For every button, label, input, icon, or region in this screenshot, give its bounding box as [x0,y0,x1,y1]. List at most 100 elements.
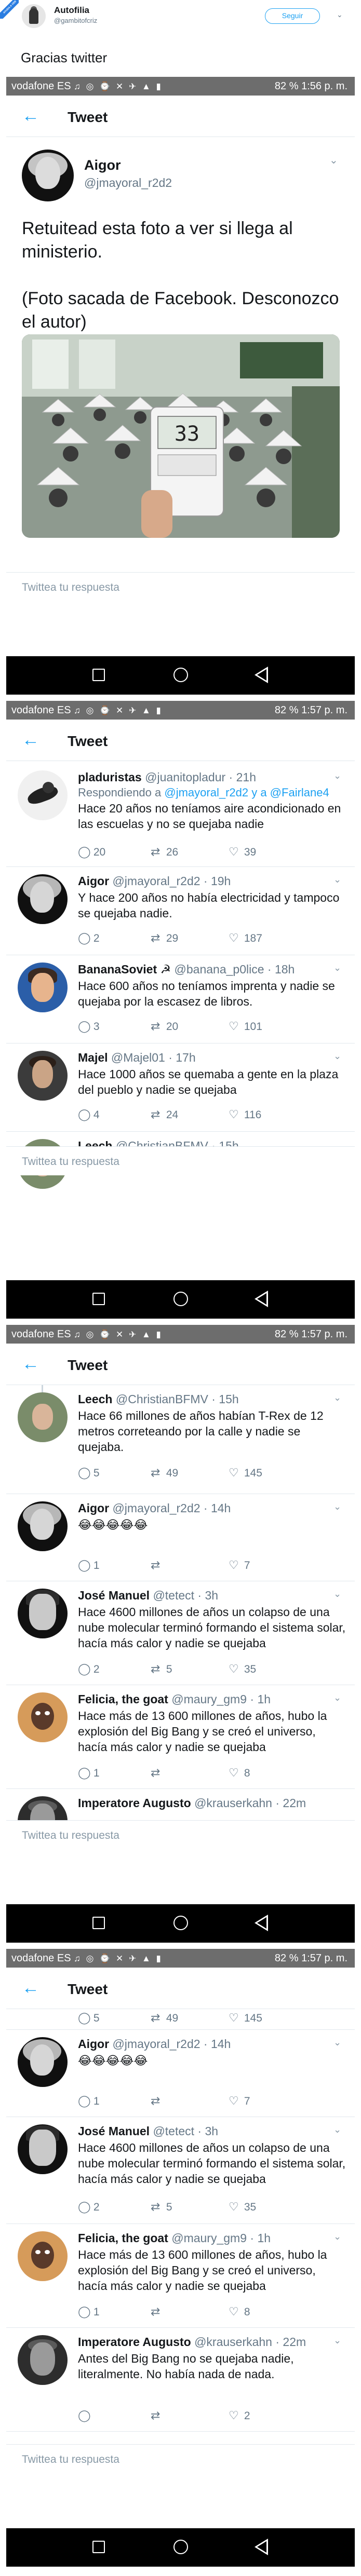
retweet-button[interactable]: ⇄ [151,2409,163,2422]
chevron-down-icon[interactable]: ⌄ [333,2231,341,2242]
retweet-button[interactable]: ⇄ 5 [151,2200,172,2214]
reply-input[interactable]: Twittea tu respuesta [22,1156,119,1168]
reply-author[interactable]: Aigor @jmayoral_r2d2 · 14h [78,2037,231,2051]
chevron-down-icon[interactable]: ⌄ [337,10,343,19]
avatar[interactable] [18,1051,68,1101]
avatar[interactable] [18,962,68,1012]
reply-button[interactable]: ◯ 5 [78,2011,100,2025]
avatar[interactable] [18,2037,68,2087]
like-button[interactable]: ♡ 116 [229,1108,261,1121]
avatar[interactable] [18,2231,68,2281]
reply-tweet[interactable]: José Manuel @tetect · 3h ⌄ Hace 4600 mil… [6,1581,355,1685]
reply-author[interactable]: Felicia, the goat @maury_gm9 · 1h [78,1692,271,1706]
retweet-button[interactable]: ⇄ 24 [151,1108,178,1121]
reply-tweet[interactable]: Imperatore Augusto @krauserkahn · 22m [6,1789,355,1846]
chevron-down-icon[interactable]: ⌄ [333,1501,341,1512]
reply-author[interactable]: Majel @Majel01 · 17h [78,1051,196,1065]
like-button[interactable]: ♡ 145 [229,1466,262,1480]
back-arrow-icon[interactable]: ← [22,730,39,750]
reply-tweet[interactable]: Aigor @jmayoral_r2d2 · 14h ⌄ 😂😂😂😂😂 ◯ 1 ⇄… [6,1494,355,1581]
reply-tweet[interactable]: José Manuel @tetect · 3h ⌄ Hace 4600 mil… [6,2117,355,2224]
reply-author[interactable]: José Manuel @tetect · 3h [78,2124,218,2138]
author-name[interactable]: Autofilia [54,5,89,16]
reply-author[interactable]: Imperatore Augusto @krauserkahn · 22m [78,1796,306,1810]
retweet-button[interactable]: ⇄ [151,1766,163,1780]
reply-button[interactable]: ◯ 1 [78,2305,100,2319]
reply-author[interactable]: Leech @ChristianBFMV · 15h [78,1392,239,1406]
chevron-down-icon[interactable]: ⌄ [333,2037,341,2048]
recents-icon[interactable] [92,2541,105,2553]
replying-links[interactable]: @jmayoral_r2d2 y a @Fairlane4 [164,786,329,799]
reply-input[interactable]: Twittea tu respuesta [22,1829,119,1842]
reply-button[interactable]: ◯ 4 [78,1108,100,1121]
retweet-button[interactable]: ⇄ 49 [151,2011,178,2025]
avatar[interactable] [18,874,68,924]
avatar[interactable] [18,1692,68,1742]
reply-tweet[interactable]: BananaSoviet ☭ @banana_p0lice · 18h ⌄ Ha… [6,955,355,1043]
back-icon[interactable] [255,1291,268,1307]
home-icon[interactable] [173,1292,188,1306]
retweet-button[interactable]: ⇄ 5 [151,1662,172,1676]
avatar[interactable] [18,1392,68,1442]
like-button[interactable]: ♡ 187 [229,931,262,945]
recents-icon[interactable] [92,1917,105,1929]
reply-tweet[interactable]: Majel @Majel01 · 17h ⌄ Hace 1000 años se… [6,1043,355,1132]
author-handle[interactable]: @gambitofcriz [54,17,97,24]
reply-author[interactable]: Imperatore Augusto @krauserkahn · 22m [78,2335,306,2349]
avatar[interactable] [18,2124,68,2174]
reply-author[interactable]: José Manuel @tetect · 3h [78,1589,218,1603]
reply-button[interactable]: ◯ 5 [78,1466,100,1480]
reply-button[interactable]: ◯ 1 [78,1766,100,1780]
author-handle[interactable]: @jmayoral_r2d2 [84,176,172,190]
retweet-button[interactable]: ⇄ 20 [151,1020,178,1033]
like-button[interactable]: ♡ 7 [229,2094,250,2108]
reply-author[interactable]: pladuristas @juanitopladur · 21h [78,770,256,784]
back-icon[interactable] [255,1915,268,1931]
recents-icon[interactable] [92,1293,105,1305]
retweet-button[interactable]: ⇄ 49 [151,1466,178,1480]
retweet-button[interactable]: ⇄ 29 [151,931,178,945]
home-icon[interactable] [173,668,188,682]
reply-button[interactable]: ◯ 1 [78,2094,100,2108]
like-button[interactable]: ♡ 8 [229,2305,250,2319]
reply-input[interactable]: Twittea tu respuesta [22,581,119,594]
reply-tweet[interactable]: Aigor @jmayoral_r2d2 · 19h ⌄ Y hace 200 … [6,867,355,955]
back-icon[interactable] [255,667,268,683]
back-arrow-icon[interactable]: ← [22,106,39,126]
chevron-down-icon[interactable]: ⌄ [333,962,341,973]
reply-tweet[interactable]: Imperatore Augusto @krauserkahn · 22m ⌄ … [6,2328,355,2432]
like-button[interactable]: ♡ 7 [229,1558,250,1572]
back-arrow-icon[interactable]: ← [22,1354,39,1374]
reply-tweet[interactable]: ◯ 5 ⇄ 49 ♡ 145 [6,2009,355,2030]
like-button[interactable]: ♡ 145 [229,2011,262,2025]
back-arrow-icon[interactable]: ← [22,1978,39,1998]
chevron-down-icon[interactable]: ⌄ [329,154,338,167]
reply-tweet[interactable]: Felicia, the goat @maury_gm9 · 1h ⌄ Hace… [6,1685,355,1789]
reply-tweet[interactable]: Aigor @jmayoral_r2d2 · 14h ⌄ 😂😂😂😂😂 ◯ 1 ⇄… [6,2030,355,2117]
chevron-down-icon[interactable]: ⌄ [333,1589,341,1599]
reply-input[interactable]: Twittea tu respuesta [22,2453,119,2466]
reply-tweet[interactable]: Felicia, the goat @maury_gm9 · 1h ⌄ Hace… [6,2224,355,2328]
retweet-button[interactable]: ⇄ [151,2305,163,2319]
avatar[interactable] [18,1501,68,1551]
retweet-button[interactable]: ⇄ [151,1558,163,1572]
reply-button[interactable]: ◯ 1 [78,1558,100,1572]
avatar[interactable] [18,2335,68,2385]
recents-icon[interactable] [92,669,105,681]
chevron-down-icon[interactable]: ⌄ [333,1392,341,1403]
follow-button[interactable]: Seguir [265,8,320,24]
like-button[interactable]: ♡ 35 [229,1662,256,1676]
chevron-down-icon[interactable]: ⌄ [333,1692,341,1703]
like-button[interactable]: ♡ 8 [229,1766,250,1780]
back-icon[interactable] [255,2539,268,2555]
home-icon[interactable] [173,1916,188,1930]
avatar[interactable] [22,150,74,201]
reply-author[interactable]: Felicia, the goat @maury_gm9 · 1h [78,2231,271,2245]
avatar[interactable] [18,770,68,820]
like-button[interactable]: ♡ 101 [229,1020,262,1033]
reply-author[interactable]: BananaSoviet ☭ @banana_p0lice · 18h [78,962,295,977]
like-button[interactable]: ♡ 39 [229,845,256,859]
avatar[interactable] [18,1589,68,1638]
reply-button[interactable]: ◯ 2 [78,2200,100,2214]
tweet-photo[interactable]: 33 [22,334,340,538]
